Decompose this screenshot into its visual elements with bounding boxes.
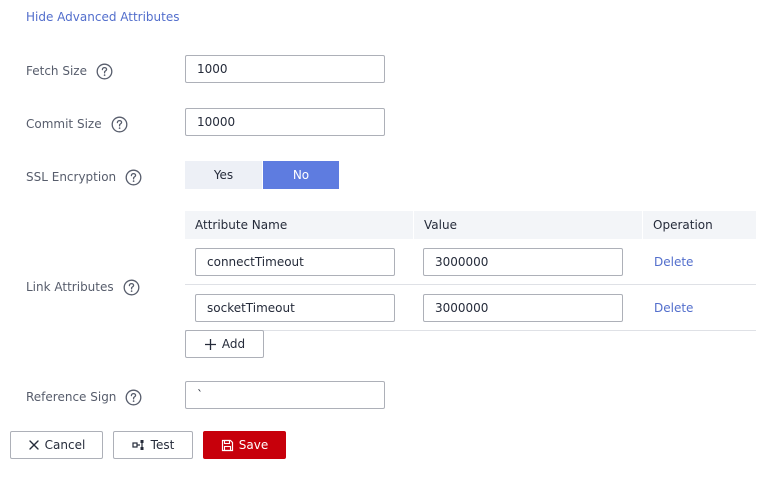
- fetch-size-input[interactable]: [185, 55, 385, 83]
- commit-size-label: Commit Size: [26, 114, 128, 134]
- ssl-no-option[interactable]: No: [263, 161, 339, 189]
- add-button-label: Add: [221, 337, 246, 351]
- table-header: Attribute Name Value Operation: [185, 211, 756, 239]
- save-button-label: Save: [238, 438, 269, 452]
- attribute-value-cell: [413, 247, 642, 276]
- attribute-value-input[interactable]: [423, 247, 623, 276]
- link-attributes-table: Attribute Name Value Operation Delete De…: [185, 211, 756, 331]
- table-row: Delete: [185, 285, 756, 331]
- test-button[interactable]: Test: [113, 431, 193, 459]
- commit-size-label-text: Commit Size: [26, 117, 102, 131]
- ssl-encryption-toggle: Yes No: [185, 161, 339, 189]
- attribute-value-cell: [413, 293, 642, 322]
- column-header-attribute-name: Attribute Name: [195, 218, 288, 232]
- attribute-value-input[interactable]: [423, 293, 623, 322]
- column-header-value: Value: [413, 211, 642, 239]
- save-button[interactable]: Save: [203, 431, 286, 459]
- delete-link[interactable]: Delete: [652, 301, 693, 315]
- table-row: Delete: [185, 239, 756, 285]
- close-icon: [28, 440, 39, 450]
- add-attribute-button[interactable]: Add: [185, 330, 264, 358]
- fetch-size-label-text: Fetch Size: [26, 64, 87, 78]
- question-circle-icon[interactable]: [125, 389, 142, 406]
- attribute-name-input[interactable]: [195, 293, 395, 322]
- link-attributes-label-text: Link Attributes: [26, 280, 114, 294]
- test-button-label: Test: [150, 438, 175, 452]
- ssl-yes-option[interactable]: Yes: [185, 161, 262, 189]
- delete-link[interactable]: Delete: [652, 255, 693, 269]
- ssl-encryption-label: SSL Encryption: [26, 167, 142, 187]
- attribute-name-cell: [185, 247, 413, 276]
- floppy-disk-icon: [221, 439, 233, 451]
- hide-advanced-attributes-link[interactable]: Hide Advanced Attributes: [26, 10, 180, 24]
- cancel-button-label: Cancel: [44, 438, 86, 452]
- question-circle-icon[interactable]: [111, 116, 128, 133]
- operation-cell: Delete: [642, 255, 756, 269]
- reference-sign-label: Reference Sign: [26, 387, 142, 407]
- reference-sign-input[interactable]: [185, 381, 385, 409]
- attribute-name-cell: [185, 293, 413, 322]
- connection-test-icon: [132, 440, 144, 450]
- question-circle-icon[interactable]: [125, 169, 142, 186]
- column-header-operation: Operation: [642, 211, 756, 239]
- reference-sign-label-text: Reference Sign: [26, 390, 117, 404]
- plus-icon: [204, 338, 216, 350]
- ssl-encryption-label-text: SSL Encryption: [26, 170, 117, 184]
- question-circle-icon[interactable]: [96, 63, 113, 80]
- question-circle-icon[interactable]: [123, 279, 140, 296]
- attribute-name-input[interactable]: [195, 247, 395, 276]
- link-attributes-label: Link Attributes: [26, 277, 140, 297]
- fetch-size-label: Fetch Size: [26, 61, 113, 81]
- commit-size-input[interactable]: [185, 108, 385, 136]
- cancel-button[interactable]: Cancel: [10, 431, 103, 459]
- operation-cell: Delete: [642, 301, 756, 315]
